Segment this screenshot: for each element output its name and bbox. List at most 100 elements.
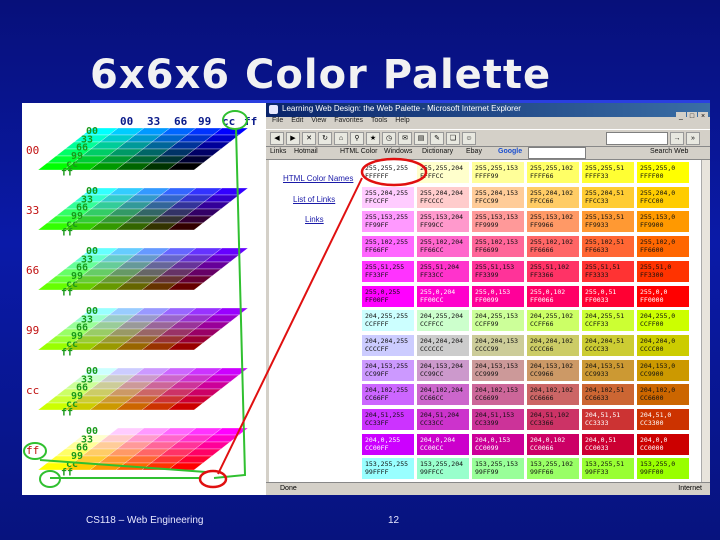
palette-cell: 255,102,51 FF6633 [581,235,635,259]
cell-hex: CCCCFF [365,344,389,353]
cell-hex: CC00CC [420,443,444,452]
link-hotmail[interactable]: Hotmail [294,148,318,155]
discuss-icon[interactable]: ❏ [446,132,460,145]
edit-icon[interactable]: ✎ [430,132,444,145]
cell-hex: CC33FF [365,419,389,427]
palette-cell: 204,102,204 CC66CC [416,383,470,407]
vertical-scrollbar[interactable] [701,160,710,482]
palette-cell: 204,255,51 CCFF33 [581,309,635,333]
red-level-label: 99 [26,324,39,337]
forward-icon[interactable]: ▶ [286,132,300,145]
back-icon[interactable]: ◀ [270,132,284,145]
cell-hex: FF99FF [365,221,389,230]
link-list-of-links[interactable]: List of Links [293,195,335,204]
cell-rgb: 255,102,204 [420,238,464,247]
links-icon[interactable]: » [686,132,700,145]
slide-title: 6x6x6 Color Palette [90,52,552,98]
cell-rgb: 204,204,255 [365,336,409,345]
print-icon[interactable]: ▤ [414,132,428,145]
palette-cell: 204,153,51 CC9933 [581,358,635,382]
green-value-label: 66 [174,115,188,128]
cell-hex: FF66FF [365,246,389,255]
cell-rgb: 204,0,51 [585,435,617,444]
favorites-icon[interactable]: ★ [366,132,380,145]
cell-rgb: 204,204,153 [475,336,519,345]
palette-cell: 204,102,0 CC6600 [636,383,690,407]
palette-cell: 255,204,102 FFCC66 [526,185,580,209]
search-icon[interactable]: ⚲ [350,132,364,145]
cell-hex: CC33CC [420,419,444,427]
home-icon[interactable]: ⌂ [334,132,348,145]
cell-rgb: 153,255,204 [420,460,464,469]
link-html-color-names[interactable]: HTML Color Names [283,174,353,183]
red-level-label: 33 [26,204,39,217]
google-search-input[interactable] [528,147,586,159]
cell-hex: FF3300 [640,270,664,279]
refresh-icon[interactable]: ↻ [318,132,332,145]
messenger-icon[interactable]: ☺ [462,132,476,145]
cell-rgb: 255,51,102 [530,262,570,271]
green-value-label: 99 [198,115,211,128]
history-icon[interactable]: ◷ [382,132,396,145]
menu-favorites[interactable]: Favorites [334,117,363,124]
cell-rgb: 255,51,51 [585,262,621,271]
palette-cell: 255,153,204 FF99CC [416,210,470,234]
menu-file[interactable]: File [272,117,283,124]
cell-rgb: 255,51,255 [365,262,405,271]
cell-rgb: 255,204,102 [530,188,574,197]
search-web-button[interactable]: Search Web [650,148,688,155]
cell-hex: FF33FF [365,270,389,279]
palette-cell: 204,204,153 CCCC99 [471,333,525,357]
menu-tools[interactable]: Tools [371,117,387,124]
cell-hex: FF9900 [640,221,664,230]
palette-cell: 204,255,255 CCFFFF [361,309,415,333]
cell-hex: CC6600 [640,394,664,403]
cell-hex: FFCCCC [420,196,444,205]
palette-cell: 255,153,102 FF9966 [526,210,580,234]
cell-hex: CC6666 [530,394,554,403]
cell-rgb: 255,153,0 [640,213,676,222]
cell-rgb: 255,204,255 [365,188,409,197]
ie-icon [269,105,278,114]
cell-hex: CC66CC [420,394,444,403]
link-windows[interactable]: Windows [384,148,412,155]
cell-rgb: 204,102,255 [365,386,409,395]
palette-cell: 204,51,255 CC33FF [361,408,415,431]
link-links[interactable]: Links [305,215,324,224]
palette-cell: 204,102,51 CC6633 [581,383,635,407]
palette-cell: 204,204,0 CCCC00 [636,333,690,357]
cell-rgb: 255,255,255 [365,164,409,172]
palette-cell: 204,255,102 CCFF66 [526,309,580,333]
cell-hex: FFCC99 [475,196,499,205]
palette-cell: 204,153,204 CC99CC [416,358,470,382]
go-icon[interactable]: → [670,132,684,145]
cell-hex: FF0033 [585,295,609,304]
palette-cell: 255,102,204 FF66CC [416,235,470,259]
link-dictionary[interactable]: Dictionary [422,148,453,155]
palette-cell: 255,255,204 FFFFCC [416,161,470,184]
link-html-color[interactable]: HTML Color [340,148,377,155]
link-ebay[interactable]: Ebay [466,148,482,155]
cell-hex: FF3399 [475,270,499,279]
cell-hex: FF6666 [530,246,554,255]
cell-rgb: 255,255,102 [530,164,574,172]
mail-icon[interactable]: ✉ [398,132,412,145]
palette-cell: 255,204,51 FFCC33 [581,185,635,209]
palette-cell: 153,255,153 99FF99 [471,457,525,481]
green-value-label: 33 [147,115,160,128]
cell-hex: FF0099 [475,295,499,304]
palette-cell: 255,153,153 FF9999 [471,210,525,234]
palette-cell: 204,51,102 CC3366 [526,408,580,431]
cell-rgb: 255,255,204 [420,164,464,172]
cell-rgb: 204,255,102 [530,312,574,321]
stop-icon[interactable]: ✕ [302,132,316,145]
palette-cell: 204,0,255 CC00FF [361,432,415,456]
cell-hex: CC3300 [640,419,664,427]
menu-help[interactable]: Help [395,117,409,124]
cell-hex: FF00CC [420,295,444,304]
cell-hex: FF9933 [585,221,609,230]
cell-hex: FF0066 [530,295,554,304]
menu-edit[interactable]: Edit [291,117,303,124]
address-box[interactable] [606,132,668,145]
menu-view[interactable]: View [311,117,326,124]
